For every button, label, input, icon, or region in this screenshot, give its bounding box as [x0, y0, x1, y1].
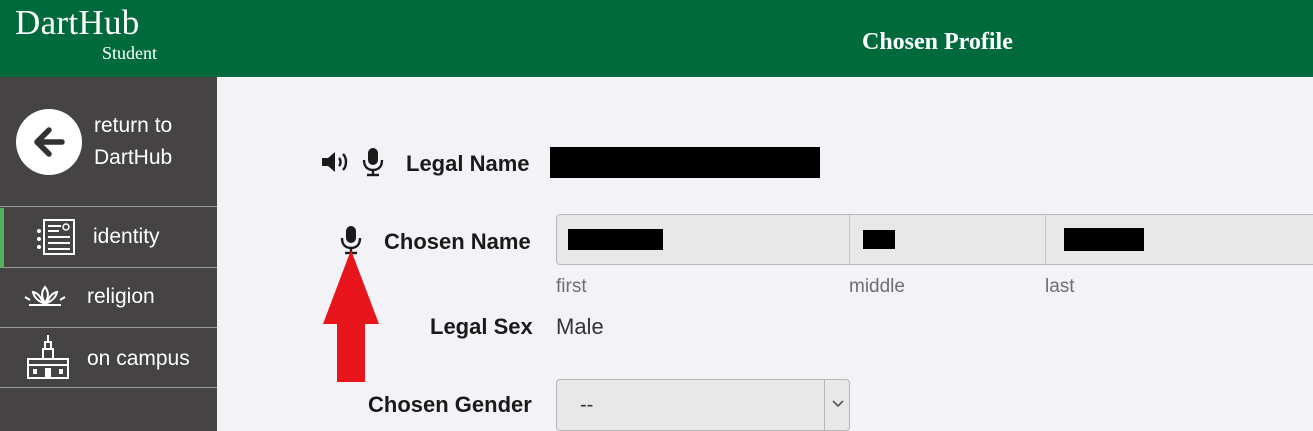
first-name-value-redacted: [568, 229, 663, 250]
red-arrow-annotation: [323, 250, 379, 382]
chosen-gender-selected-value: --: [580, 394, 594, 416]
arrow-left-circle-icon: [16, 109, 82, 175]
chosen-middle-name-input[interactable]: [850, 215, 1045, 264]
microphone-icon[interactable]: [362, 147, 384, 177]
dropdown-toggle[interactable]: [824, 380, 849, 430]
chosen-gender-select[interactable]: --: [556, 379, 850, 431]
legal-name-label: Legal Name: [406, 151, 530, 176]
sidebar-item-on-campus[interactable]: on campus: [0, 328, 217, 388]
lotus-icon: [24, 285, 66, 306]
sidebar-item-religion[interactable]: religion: [0, 268, 217, 328]
sidebar-item-label: identity: [93, 225, 160, 248]
chosen-last-name-input[interactable]: [1046, 215, 1313, 264]
sidebar: return to DartHub identity religion on c…: [0, 77, 217, 431]
campus-building-icon: [27, 335, 69, 379]
profile-form: Legal Name Chosen Name first middle last…: [217, 77, 1313, 431]
app-header: DartHub Student Chosen Profile: [0, 0, 1313, 77]
last-name-value-redacted: [1064, 228, 1144, 251]
chosen-name-fields: [556, 214, 1313, 265]
brand-logo[interactable]: DartHub Student: [15, 3, 157, 64]
page-title: Chosen Profile: [862, 29, 1013, 55]
brand-name: DartHub: [15, 3, 140, 42]
legal-sex-value: Male: [556, 314, 604, 339]
sidebar-item-identity[interactable]: identity: [0, 208, 217, 268]
return-to-darthub-link[interactable]: return to DartHub: [0, 77, 217, 207]
chosen-first-name-input[interactable]: [557, 215, 849, 264]
middle-name-hint: middle: [849, 276, 905, 297]
last-name-hint: last: [1045, 276, 1075, 297]
brand-subtitle: Student: [102, 43, 158, 63]
chevron-down-icon: [832, 400, 844, 408]
return-link-label: return to DartHub: [94, 114, 173, 169]
legal-name-value-redacted: [550, 147, 820, 178]
middle-name-value-redacted: [863, 230, 895, 249]
first-name-hint: first: [556, 276, 587, 297]
chosen-gender-label: Chosen Gender: [368, 392, 532, 417]
sidebar-item-label: religion: [87, 285, 155, 308]
id-card-icon: [37, 219, 75, 255]
legal-sex-label: Legal Sex: [430, 314, 533, 339]
speaker-icon[interactable]: [320, 149, 352, 175]
chosen-name-label: Chosen Name: [384, 229, 531, 254]
sidebar-item-label: on campus: [87, 347, 190, 370]
